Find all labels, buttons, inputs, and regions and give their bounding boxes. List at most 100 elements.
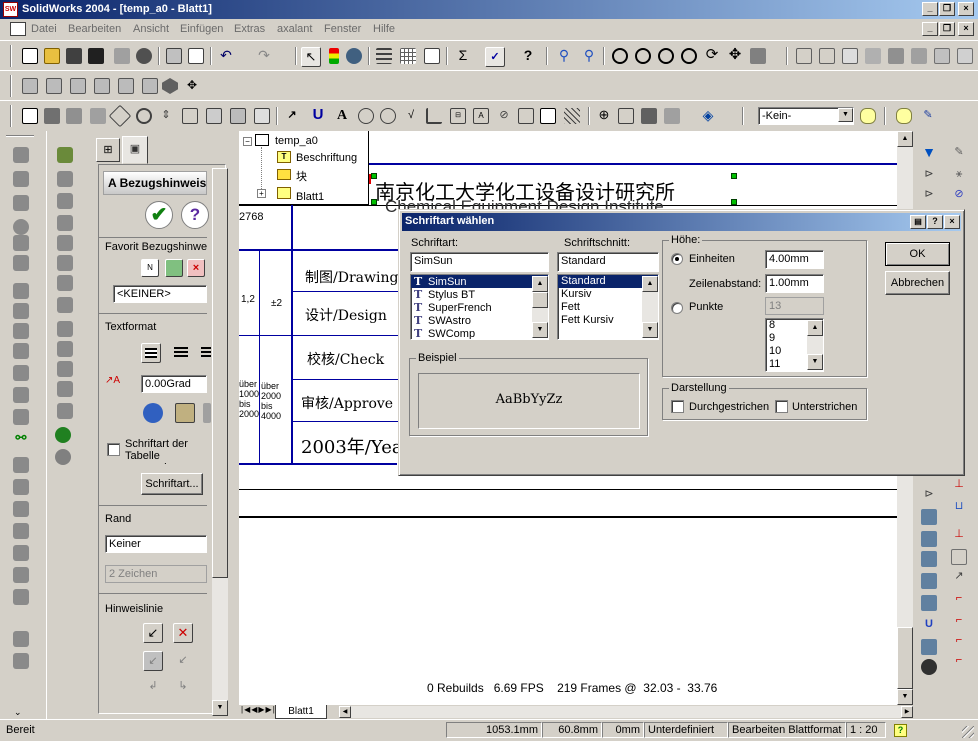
area-hatch-icon[interactable] [564,108,580,124]
tool-h-icon[interactable] [57,297,73,313]
auto-balloon-icon[interactable] [380,108,396,124]
tree-collapse-icon[interactable]: − [243,137,252,146]
block-icon[interactable] [540,108,556,124]
sheet-nav-icon[interactable]: |◀◀▶▶| [241,705,276,714]
surface-finish-icon[interactable]: √ [403,108,419,124]
layer-props-icon[interactable] [860,108,876,124]
panel-scroll-down-icon[interactable]: ▼ [212,700,228,716]
tree-item-beschriftung[interactable]: Beschriftung [296,152,357,164]
tool-r1-icon[interactable]: ✎ [951,145,967,161]
tool-r11-icon[interactable]: ⌐ [951,633,967,649]
weld-symbol-icon[interactable] [426,108,442,124]
cancel-button[interactable]: Abbrechen [885,271,950,295]
bottom-view-icon[interactable] [142,78,158,94]
canvas-vscroll-thumb[interactable] [897,627,913,689]
symbol-icon[interactable] [203,403,211,423]
menu-fenster[interactable]: Fenster [324,23,361,35]
tool-l-icon[interactable] [57,381,73,397]
tool-r6-icon[interactable]: ⊥ [951,527,967,543]
brush-icon[interactable]: ✎ [920,108,936,124]
canvas-scroll-down-icon[interactable]: ▼ [897,689,913,705]
leader-right-attach-icon[interactable]: ↳ [173,677,193,697]
resize-grip-icon[interactable] [962,726,974,738]
tool-r2-icon[interactable]: ⚹ [951,167,967,183]
list-icon[interactable] [376,48,392,64]
add-favorite-icon[interactable]: N [141,259,159,277]
filter-i-icon[interactable] [921,639,937,655]
tool-r3-icon[interactable]: ⊘ [951,187,967,203]
undo-icon[interactable]: ↶ [218,48,234,64]
canvas-hscroll[interactable]: ◀ ▶ [339,706,913,718]
sheet-icon[interactable] [424,48,440,64]
tool-b-icon[interactable] [57,171,73,187]
property-manager-tab[interactable]: ▣ [122,136,148,164]
zoom-in-icon[interactable] [635,48,651,64]
align-right-icon[interactable] [201,343,211,363]
tool-c-icon[interactable] [57,193,73,209]
rotate-icon[interactable]: ⟳ [704,47,720,64]
favorit-select[interactable]: <KEINER> [113,285,207,303]
sketch-tool-16-icon[interactable] [13,479,29,495]
centerline-icon[interactable] [618,108,634,124]
link-property-icon[interactable] [143,403,163,423]
filter-f-icon[interactable] [921,573,937,589]
sketch-tool-3-icon[interactable] [13,195,29,211]
tool-m-icon[interactable] [57,403,73,419]
leader-right-icon[interactable] [199,651,211,671]
zoom-area-icon[interactable] [658,48,674,64]
font-list-item[interactable]: T SuperFrench [411,301,548,314]
tool-r8-icon[interactable]: ↗ [951,569,967,585]
doc-minimize-button[interactable]: _ [922,22,938,36]
stacked-icon[interactable] [175,403,195,423]
sketch-tool-4-icon[interactable] [13,219,29,235]
shadow-icon[interactable] [911,48,927,64]
filter-icon[interactable]: ✓ [485,47,505,67]
grid-icon[interactable] [400,48,416,64]
top-view-icon[interactable] [118,78,134,94]
font-button[interactable]: Schriftart... [141,473,203,495]
properties-icon[interactable] [114,48,130,64]
wireframe-icon[interactable] [796,48,812,64]
aux-view-icon[interactable] [90,108,106,124]
sketch-layer-icon[interactable] [896,108,912,124]
font-list-thumb[interactable] [532,292,548,308]
font-list-item[interactable]: T SWAstro [411,314,548,327]
units-input[interactable]: 4.00mm [765,250,824,269]
dialog-close-button[interactable]: × [944,215,960,229]
minimize-button[interactable]: _ [922,2,938,16]
tool-r9-icon[interactable]: ⌐ [951,591,967,607]
filter-c-icon[interactable] [921,509,937,525]
leader-straight-icon[interactable]: ↙ [143,623,163,643]
tree-expand-icon[interactable]: + [257,189,266,198]
sketch-tool-22-icon[interactable] [13,631,29,647]
pin2-icon[interactable]: ⚲ [581,48,597,64]
zoom-out-icon[interactable] [681,48,697,64]
sketch-tool-12-icon[interactable] [13,387,29,403]
new-document-icon[interactable] [22,48,38,64]
pin-icon[interactable]: ⚲ [556,48,572,64]
tool-g-icon[interactable] [57,275,73,291]
filter-faces-icon[interactable]: ⊳ [921,187,937,203]
sketch-tool-8-icon[interactable] [13,303,29,319]
filter-edges-icon[interactable]: ⊳ [921,167,937,183]
no-leader-icon[interactable]: ✕ [173,623,193,643]
sketch-tool-19-icon[interactable] [13,545,29,561]
tool-r4-icon[interactable]: ⊥ [951,477,967,493]
points-list[interactable]: 8 9 10 11 ▲ ▼ [765,318,824,372]
sketch-tool-18-icon[interactable] [13,523,29,539]
table-icon[interactable] [641,108,657,124]
geometric-tolerance-icon[interactable]: ⊟ [450,108,466,124]
leader-auto-icon[interactable]: ↙ [173,651,193,671]
layer-icon[interactable]: ◈ [700,108,716,124]
use-table-font-checkbox[interactable] [107,443,120,456]
font-list-item[interactable]: T Stylus BT [411,288,548,301]
shaded-icon[interactable] [888,48,904,64]
center-mark-icon[interactable]: ⊕ [596,108,612,124]
dialog-print-icon[interactable]: ▤ [910,215,926,229]
normal-to-icon[interactable]: ✥ [184,78,200,94]
projected-view-icon[interactable] [66,108,82,124]
sketch-tool-1-icon[interactable] [13,147,29,163]
datum-feature-icon[interactable]: A [473,108,489,124]
sketch-tool-6-icon[interactable] [13,255,29,271]
relations-icon[interactable]: ⚯ [13,431,29,447]
